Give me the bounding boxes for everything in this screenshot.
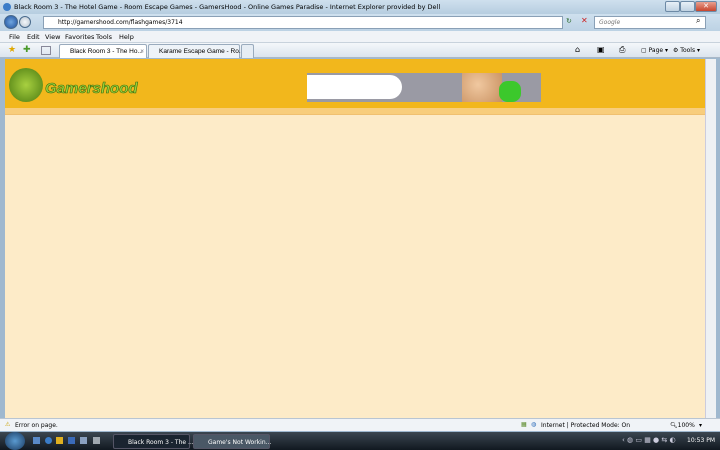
back-button[interactable]: [4, 15, 18, 29]
taskbar: Black Room 3 - The ... Game's Not Workin…: [0, 432, 720, 450]
ie-icon: [3, 3, 11, 11]
menu-tools[interactable]: Tools: [96, 33, 112, 41]
taskbar-label: Black Room 3 - The ...: [128, 439, 194, 446]
site-header: Gamershood: [5, 59, 705, 108]
address-bar[interactable]: http://gamershood.com/flashgames/3714: [43, 16, 563, 29]
maximize-button[interactable]: [680, 1, 695, 12]
tools-label: Tools: [680, 47, 696, 54]
search-icon[interactable]: ⌕: [696, 16, 700, 26]
start-button[interactable]: [5, 432, 25, 450]
tab-label: Black Room 3 - The Ho...: [70, 48, 143, 55]
quick-tabs-icon[interactable]: [41, 46, 51, 55]
tray-icons[interactable]: ‹ ◍ ▭ ▦ ● ⇆ ◐: [622, 436, 676, 444]
menu-view[interactable]: View: [45, 33, 60, 41]
status-text[interactable]: Error on page.: [15, 422, 58, 429]
menu-file[interactable]: File: [9, 33, 20, 41]
tab-label: Karame Escape Game - Ro...: [159, 48, 245, 55]
banner-phone-image: [499, 81, 521, 102]
nav-strip: [5, 108, 705, 115]
add-favorite-icon[interactable]: ✚: [23, 45, 31, 55]
title-bar: Black Room 3 - The Hotel Game - Room Esc…: [0, 0, 720, 14]
window-title: Black Room 3 - The Hotel Game - Room Esc…: [14, 3, 441, 11]
tab-black-room-3[interactable]: Black Room 3 - The Ho... ×: [59, 44, 147, 58]
zoom-value: 100%: [677, 422, 695, 429]
ie-quicklaunch-icon[interactable]: [45, 437, 52, 444]
tab-bar: ★ ✚ Black Room 3 - The Ho... × Karame Esc…: [0, 43, 720, 58]
menu-bar: File Edit View Favorites Tools Help: [0, 31, 720, 43]
favorites-star-icon[interactable]: ★: [8, 45, 16, 55]
globe-icon: ◍: [531, 421, 537, 428]
banner-face-image: [462, 73, 502, 102]
clock[interactable]: 10:53 PM: [687, 437, 715, 444]
menu-help[interactable]: Help: [119, 33, 134, 41]
quicklaunch-icon[interactable]: [93, 437, 100, 444]
taskbar-item-games-not-working[interactable]: Game's Not Workin...: [193, 434, 272, 449]
page-label: Page: [648, 47, 664, 54]
security-icon: ▦: [521, 421, 527, 428]
banner-white-shape: [307, 75, 402, 99]
warning-icon[interactable]: ⚠: [5, 421, 10, 428]
forward-button[interactable]: [19, 16, 31, 28]
feeds-icon[interactable]: ▣: [597, 45, 605, 54]
page-menu[interactable]: ▢ Page ▾: [641, 47, 668, 54]
quicklaunch-icon[interactable]: [56, 437, 63, 444]
vertical-scrollbar[interactable]: [705, 59, 716, 418]
tab-close-icon[interactable]: ×: [140, 48, 144, 55]
quicklaunch-icon[interactable]: [80, 437, 87, 444]
menu-favorites[interactable]: Favorites: [65, 33, 94, 41]
page-content: Gamershood: [5, 59, 705, 418]
close-button[interactable]: ✕: [695, 1, 717, 12]
new-tab-button[interactable]: [241, 44, 254, 58]
home-icon[interactable]: ⌂: [575, 45, 580, 54]
taskbar-label: Game's Not Workin...: [208, 439, 272, 446]
tab-karame-escape[interactable]: Karame Escape Game - Ro...: [148, 44, 244, 58]
taskbar-item-black-room[interactable]: Black Room 3 - The ...: [113, 434, 194, 449]
ad-banner[interactable]: [307, 73, 541, 102]
zone-text[interactable]: Internet | Protected Mode: On: [541, 422, 630, 429]
search-input[interactable]: Google: [594, 16, 706, 29]
refresh-icon[interactable]: ↻: [566, 17, 572, 25]
logo-mascot-icon[interactable]: [9, 68, 43, 102]
stop-icon[interactable]: ✕: [581, 16, 588, 25]
zoom-level[interactable]: 🔍︎100%: [670, 422, 695, 429]
print-icon[interactable]: ⎙: [619, 45, 625, 55]
word-icon[interactable]: [68, 437, 75, 444]
menu-edit[interactable]: Edit: [27, 33, 40, 41]
search-placeholder: Google: [599, 19, 621, 26]
tools-menu[interactable]: ⚙ Tools ▾: [673, 47, 700, 54]
minimize-button[interactable]: [665, 1, 680, 12]
show-desktop-icon[interactable]: [33, 437, 40, 444]
zoom-dropdown-icon[interactable]: ▾: [699, 422, 702, 429]
url-text: http://gamershood.com/flashgames/3714: [58, 19, 183, 26]
status-bar: ⚠ Error on page. ▦ ◍ Internet | Protecte…: [0, 418, 720, 431]
site-logo[interactable]: Gamershood: [45, 80, 138, 98]
